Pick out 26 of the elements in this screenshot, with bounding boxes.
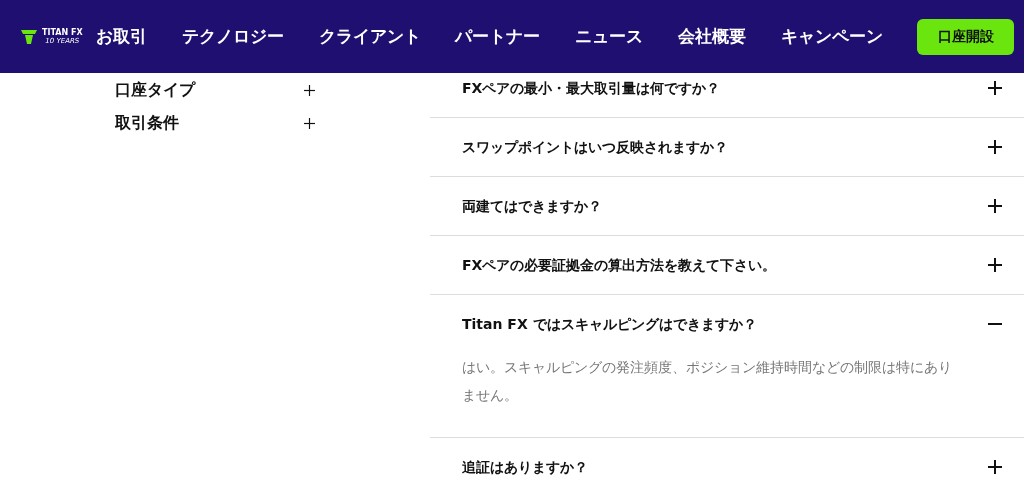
nav-link[interactable]: キャンペーン: [780, 25, 883, 48]
plus-icon[interactable]: [988, 199, 1002, 213]
sidebar-item[interactable]: 取引条件: [115, 113, 179, 134]
faq-answer: はい。スキャルピングの発注頻度、ポジション維持時間などの制限は特にありません。: [462, 358, 953, 405]
plus-icon[interactable]: [304, 118, 315, 129]
faq-question[interactable]: 追証はありますか？: [462, 456, 588, 478]
shield-logo-icon: [20, 28, 38, 45]
plus-icon[interactable]: [988, 460, 1002, 474]
logo-name: TITAN FX: [42, 28, 83, 37]
faq-question[interactable]: スワップポイントはいつ反映されますか？: [462, 136, 728, 158]
nav-link[interactable]: ニュース: [575, 25, 644, 48]
faq-question[interactable]: 両建てはできますか？: [462, 195, 602, 217]
faq-question[interactable]: FXペアの最小・最大取引量は何ですか？: [462, 77, 721, 99]
nav-link[interactable]: パートナー: [455, 25, 541, 48]
sidebar-item[interactable]: 口座タイプ: [115, 80, 195, 101]
nav-link[interactable]: 会社概要: [678, 25, 747, 48]
plus-icon[interactable]: [304, 85, 315, 96]
plus-icon[interactable]: [988, 258, 1002, 272]
plus-icon[interactable]: [988, 81, 1002, 95]
nav-link[interactable]: テクノロジー: [181, 25, 284, 48]
faq-question[interactable]: FXペアの必要証拠金の算出方法を教えて下さい。: [462, 254, 777, 276]
plus-icon[interactable]: [988, 140, 1002, 154]
open-account-button[interactable]: 口座開設: [917, 18, 1014, 55]
nav-link[interactable]: お取引: [96, 25, 147, 48]
nav-link[interactable]: クライアント: [318, 25, 421, 48]
faq-question[interactable]: Titan FX ではスキャルピングはできますか？: [462, 313, 757, 335]
